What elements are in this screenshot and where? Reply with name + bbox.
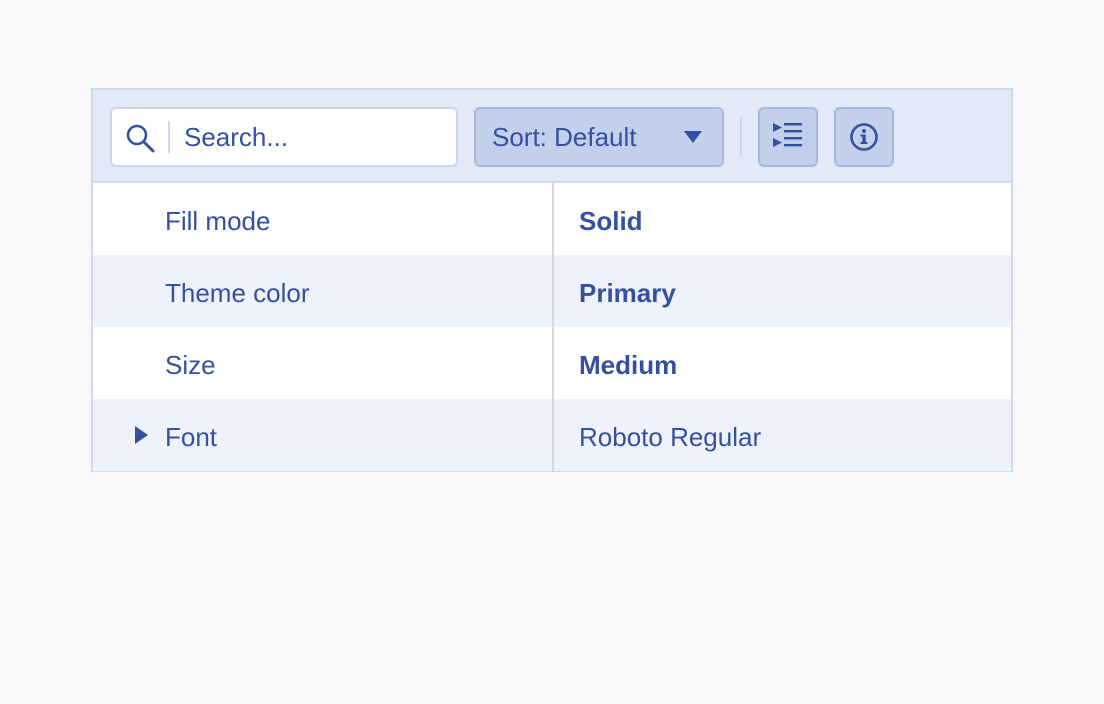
- property-row-font[interactable]: Font Roboto Regular: [93, 399, 1011, 471]
- property-name: Theme color: [165, 278, 310, 308]
- property-value-cell[interactable]: Medium: [554, 327, 1011, 399]
- property-name-cell: Theme color: [93, 255, 554, 327]
- property-row-size[interactable]: Size Medium: [93, 327, 1011, 399]
- property-name: Font: [165, 422, 218, 452]
- property-value-cell[interactable]: Solid: [554, 183, 1011, 255]
- info-icon: [850, 123, 878, 151]
- search-input[interactable]: [184, 117, 444, 157]
- search-icon: [126, 124, 155, 153]
- property-value: Solid: [579, 206, 643, 236]
- property-value-cell[interactable]: Roboto Regular: [554, 399, 1011, 471]
- property-name-cell: Font: [93, 399, 554, 471]
- caret-right-icon[interactable]: [135, 426, 148, 444]
- property-rows: Fill mode Solid Theme color Primary Size…: [93, 183, 1011, 471]
- expand-all-icon: [773, 123, 802, 147]
- sort-dropdown[interactable]: Sort: Default: [474, 107, 724, 167]
- property-name-cell: Fill mode: [93, 183, 554, 255]
- property-row-theme-color[interactable]: Theme color Primary: [93, 255, 1011, 327]
- toolbar-separator: [740, 117, 742, 157]
- property-value-cell[interactable]: Primary: [554, 255, 1011, 327]
- property-grid: Sort: Default: [91, 88, 1013, 472]
- search-divider: [168, 121, 170, 153]
- search-box[interactable]: [110, 107, 458, 167]
- property-row-fill-mode[interactable]: Fill mode Solid: [93, 183, 1011, 255]
- property-value: Primary: [579, 278, 676, 308]
- info-button[interactable]: [834, 107, 894, 167]
- property-name: Fill mode: [165, 206, 271, 236]
- sort-dropdown-label: Sort: Default: [492, 122, 637, 152]
- property-name-cell: Size: [93, 327, 554, 399]
- expand-all-button[interactable]: [758, 107, 818, 167]
- property-value: Medium: [579, 350, 678, 380]
- property-name: Size: [165, 350, 216, 380]
- property-value: Roboto Regular: [579, 422, 762, 452]
- property-grid-toolbar: Sort: Default: [93, 90, 1011, 183]
- chevron-down-icon: [684, 131, 702, 143]
